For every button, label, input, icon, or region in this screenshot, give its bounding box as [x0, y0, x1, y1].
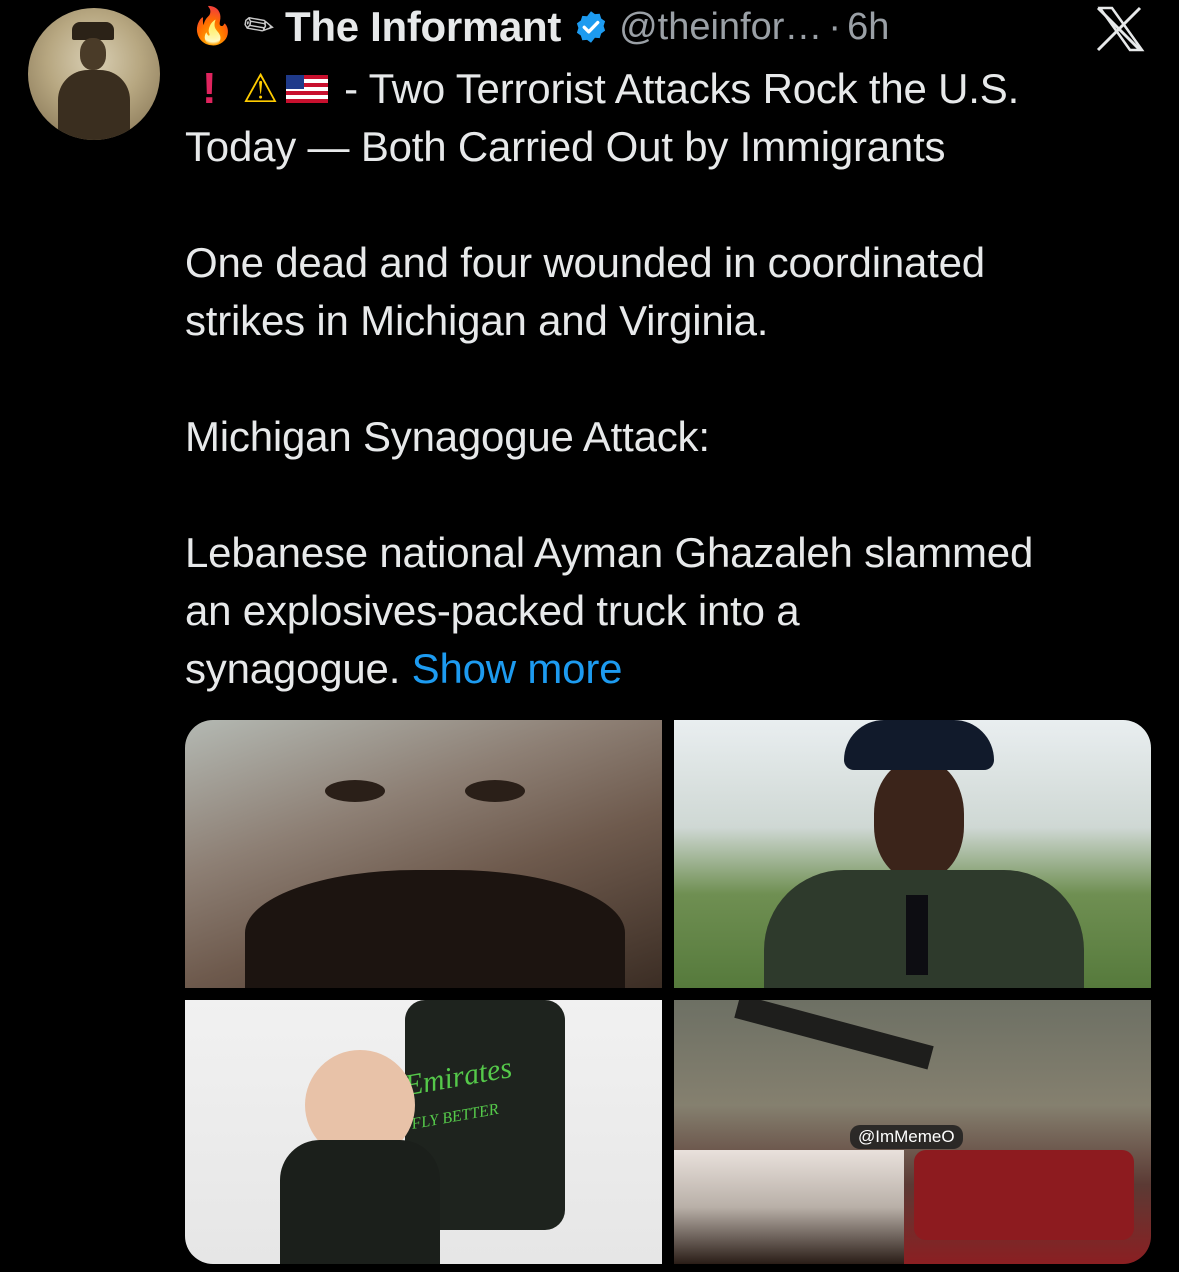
author-handle[interactable]: @theinfor… [619, 6, 822, 49]
red-exclamation-icon: ! [202, 64, 217, 113]
scroll-icon: ✎ [235, 1, 284, 53]
media-image-4[interactable]: @ImMemeO [674, 1000, 1151, 1264]
avatar-head [80, 38, 106, 70]
tweet-body: ! ⚠ - Two Terrorist Attacks Rock the U.S… [185, 60, 1135, 698]
media-image-1[interactable] [185, 720, 662, 988]
image-detail-child-shirt [280, 1140, 440, 1264]
headline-line-2: Today — Both Carried Out by Immigrants [185, 123, 946, 170]
image-detail-tie [906, 895, 928, 975]
media-image-3[interactable]: Emirates FLY BETTER [185, 1000, 662, 1264]
tweet-paragraph-3: Lebanese national Ayman Ghazaleh slammed… [185, 524, 1135, 698]
image-detail-eyes [295, 780, 555, 810]
tweet-paragraph-1: One dead and four wounded in coordinated… [185, 239, 985, 344]
headline-text: - Two Terrorist Attacks Rock the U.S. [344, 65, 1020, 112]
fire-icon: 🔥 [190, 6, 235, 47]
image-detail-face [874, 760, 964, 880]
tweet-header: 🔥 ✎ The Informant @theinfor… · 6h [190, 1, 889, 53]
image-watermark: @ImMemeO [850, 1125, 963, 1149]
us-flag-icon [286, 75, 329, 103]
x-logo-icon[interactable] [1094, 6, 1146, 52]
author-avatar[interactable] [28, 8, 160, 140]
image-detail-truck [914, 1150, 1134, 1240]
media-image-2[interactable] [674, 720, 1151, 988]
avatar-body [58, 70, 130, 140]
image-detail-crowd [674, 1150, 904, 1264]
show-more-link[interactable]: Show more [412, 645, 623, 692]
author-name[interactable]: The Informant [285, 3, 561, 51]
separator-dot: · [828, 5, 842, 48]
media-grid: Emirates FLY BETTER @ImMemeO [185, 720, 1151, 1264]
verified-badge-icon [576, 11, 606, 43]
warning-icon: ⚠ [242, 66, 279, 112]
image-detail-beard [245, 870, 625, 988]
image-detail-beret [844, 720, 994, 770]
tweet-timestamp[interactable]: 6h [847, 6, 889, 49]
image-detail-rifle [734, 1000, 934, 1070]
tweet-paragraph-2: Michigan Synagogue Attack: [185, 413, 710, 460]
headline-line-1: ! ⚠ - Two Terrorist Attacks Rock the U.S… [185, 60, 1135, 118]
